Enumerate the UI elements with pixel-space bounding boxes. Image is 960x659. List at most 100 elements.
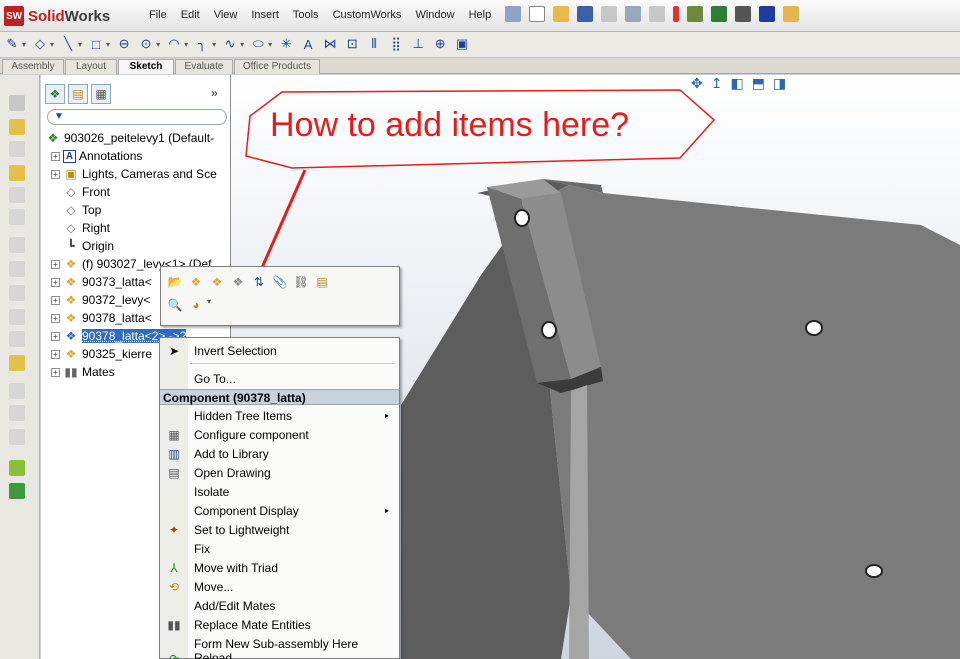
smart-fasteners-icon[interactable] <box>9 165 25 181</box>
tab-assembly[interactable]: Assembly <box>2 59 64 74</box>
tree-item-lights[interactable]: + ▣ Lights, Cameras and Sce <box>51 165 217 183</box>
menu-tools[interactable]: Tools <box>286 9 326 21</box>
clearance-icon[interactable] <box>9 405 25 421</box>
tab-evaluate[interactable]: Evaluate <box>175 59 233 74</box>
menu-item-isolate[interactable]: Isolate <box>160 482 399 501</box>
menu-item-move-with-triad[interactable]: ⅄ Move with Triad <box>160 558 399 577</box>
macro-icon[interactable] <box>759 6 775 22</box>
instant3d-icon[interactable] <box>9 460 25 476</box>
mate-icon[interactable] <box>9 119 25 135</box>
menu-customworks[interactable]: CustomWorks <box>326 9 409 21</box>
rectangle-icon[interactable]: □ <box>88 36 104 52</box>
expand-icon[interactable]: + <box>51 349 60 359</box>
feature-manager-tab[interactable]: ❖ <box>45 84 65 104</box>
mate-icon[interactable]: ⛓ <box>293 274 309 290</box>
panel-expand-button[interactable]: » <box>211 86 218 100</box>
menu-item-component-display[interactable]: Component Display ▸ <box>160 501 399 520</box>
open-folder-icon[interactable] <box>553 6 569 22</box>
chevron-down-icon[interactable]: ▾ <box>22 40 26 49</box>
tree-item-origin[interactable]: ┗ Origin <box>63 237 114 255</box>
magnetic-lines-icon[interactable] <box>9 483 25 499</box>
menu-item-replace-mate-entities[interactable]: ▮▮ Replace Mate Entities <box>160 615 399 634</box>
chevron-down-icon[interactable]: ▾ <box>212 40 216 49</box>
menu-item-go-to[interactable]: Go To... <box>160 369 399 388</box>
slot-icon[interactable]: ⊖ <box>116 36 132 52</box>
expand-icon[interactable]: + <box>51 331 60 341</box>
point-icon[interactable]: ✳ <box>278 36 294 52</box>
chevron-down-icon[interactable]: ▾ <box>268 40 272 49</box>
tree-item-annotations[interactable]: + A Annotations <box>51 147 142 165</box>
configuration-manager-tab[interactable]: ▦ <box>91 84 111 104</box>
chevron-down-icon[interactable]: ▾ <box>106 40 110 49</box>
ellipse-icon[interactable]: ⬭ <box>250 36 266 52</box>
change-transparency-icon[interactable]: ❖ <box>230 274 246 290</box>
save-icon[interactable] <box>577 6 593 22</box>
trim-icon[interactable]: ⋈ <box>322 36 338 52</box>
menu-item-set-to-lightweight[interactable]: ✦ Set to Lightweight <box>160 520 399 539</box>
edit-part-icon[interactable]: ❖ <box>188 274 204 290</box>
paperclip-icon[interactable]: 📎 <box>272 274 288 290</box>
rebuild-icon[interactable] <box>673 6 679 22</box>
menu-item-invert-selection[interactable]: ➤ Invert Selection <box>160 341 399 360</box>
insert-component-icon[interactable] <box>9 95 25 111</box>
tree-item-top[interactable]: ◇ Top <box>63 201 101 219</box>
chevron-down-icon[interactable]: ▾ <box>207 297 211 313</box>
gear-icon[interactable] <box>735 6 751 22</box>
interference-icon[interactable] <box>9 383 25 399</box>
tab-sketch[interactable]: Sketch <box>118 59 174 74</box>
bill-of-materials-icon[interactable] <box>9 309 25 325</box>
tree-item-component[interactable]: + ❖ 90378_latta< <box>51 309 152 327</box>
hide-components-icon[interactable]: ❖ <box>209 274 225 290</box>
chevron-down-icon[interactable]: ▾ <box>78 40 82 49</box>
menu-file[interactable]: File <box>142 9 174 21</box>
move-component-icon[interactable] <box>9 187 25 203</box>
expand-icon[interactable]: + <box>51 367 60 377</box>
explode-line-icon[interactable] <box>9 355 25 371</box>
redo-icon[interactable] <box>649 6 665 22</box>
menu-view[interactable]: View <box>207 9 245 21</box>
chevron-down-icon[interactable]: ▾ <box>240 40 244 49</box>
addins-icon[interactable] <box>783 6 799 22</box>
chevron-down-icon[interactable]: ▾ <box>50 40 54 49</box>
file-properties-icon[interactable] <box>687 6 703 22</box>
expand-icon[interactable]: + <box>51 169 60 179</box>
rapid-sketch-icon[interactable]: ▣ <box>454 36 470 52</box>
fillet-icon[interactable]: ╮ <box>194 36 210 52</box>
new-motion-study-icon[interactable] <box>9 285 25 301</box>
menu-item-add-edit-mates[interactable]: Add/Edit Mates <box>160 596 399 615</box>
menu-item-reload[interactable]: ⟳ Reload <box>160 651 399 659</box>
mirror-icon[interactable]: ⫴ <box>366 36 382 52</box>
circle-icon[interactable]: ⊙ <box>138 36 154 52</box>
expand-icon[interactable]: + <box>51 259 60 269</box>
print-icon[interactable] <box>601 6 617 22</box>
tree-item-component[interactable]: + ❖ 90373_latta< <box>51 273 152 291</box>
pattern-icon[interactable]: ⣿ <box>388 36 404 52</box>
chevron-down-icon[interactable]: ▾ <box>184 40 188 49</box>
expand-icon[interactable]: + <box>51 295 60 305</box>
appearance-icon[interactable]: ◕ <box>188 297 204 313</box>
tab-office-products[interactable]: Office Products <box>234 59 320 74</box>
quick-snaps-icon[interactable]: ⊕ <box>432 36 448 52</box>
tree-root[interactable]: ❖ 903026_peitelevy1 (Default- <box>45 129 215 147</box>
menu-item-configure-component[interactable]: ▦ Configure component <box>160 425 399 444</box>
spline-icon[interactable]: ∿ <box>222 36 238 52</box>
relations-icon[interactable]: ⊥ <box>410 36 426 52</box>
tree-item-right[interactable]: ◇ Right <box>63 219 110 237</box>
tree-item-component[interactable]: + ❖ 90325_kierre <box>51 345 152 363</box>
property-manager-tab[interactable]: ▤ <box>68 84 88 104</box>
chevron-down-icon[interactable]: ▾ <box>156 40 160 49</box>
menu-item-move[interactable]: ⟲ Move... <box>160 577 399 596</box>
component-properties-icon[interactable]: ▤ <box>314 274 330 290</box>
offset-icon[interactable]: ⊡ <box>344 36 360 52</box>
reference-geometry-icon[interactable] <box>9 261 25 277</box>
hole-alignment-icon[interactable] <box>9 429 25 445</box>
expand-icon[interactable]: + <box>51 277 60 287</box>
new-document-icon[interactable] <box>529 6 545 22</box>
text-icon[interactable]: A <box>300 36 316 52</box>
undo-icon[interactable] <box>625 6 641 22</box>
app-logo[interactable]: SW SolidWorks <box>4 4 124 28</box>
menu-insert[interactable]: Insert <box>244 9 286 21</box>
menu-item-hidden-tree-items[interactable]: Hidden Tree Items ▸ <box>160 406 399 425</box>
open-part-icon[interactable]: 📂 <box>167 274 183 290</box>
smart-dimension-icon[interactable]: ◇ <box>32 36 48 52</box>
